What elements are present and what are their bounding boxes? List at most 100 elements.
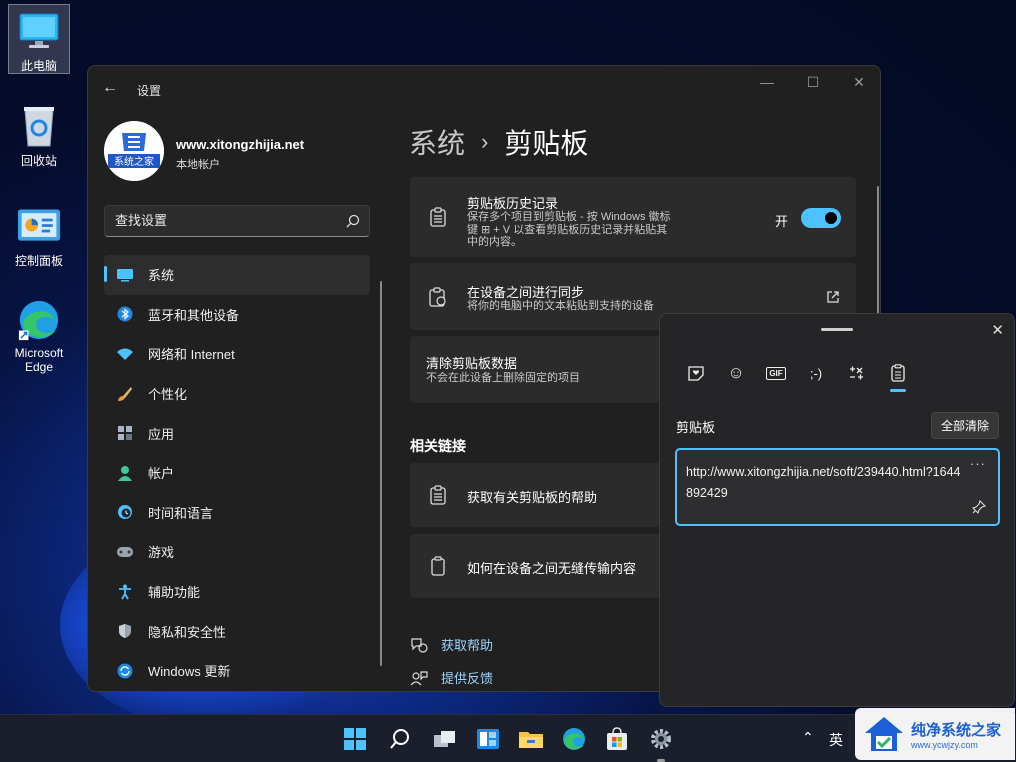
- minimize-button[interactable]: —: [753, 74, 781, 94]
- update-icon: [116, 662, 134, 680]
- accessibility-icon: [116, 583, 134, 601]
- desktop-icon-recycle-bin[interactable]: 回收站: [8, 104, 70, 169]
- profile-account-type: 本地帐户: [176, 159, 220, 171]
- sidebar-item-label: 个性化: [148, 387, 188, 403]
- search-box[interactable]: [104, 205, 370, 237]
- title-bar[interactable]: ← 设置 — ☐ ✕: [88, 66, 880, 110]
- file-explorer-button[interactable]: [517, 725, 545, 753]
- search-icon[interactable]: [346, 214, 360, 228]
- sidebar-item-personalization[interactable]: 个性化: [104, 374, 370, 414]
- sidebar-item-apps[interactable]: 应用: [104, 413, 370, 453]
- external-link-icon[interactable]: [826, 290, 840, 304]
- sidebar-item-bluetooth[interactable]: 蓝牙和其他设备: [104, 295, 370, 335]
- give-feedback-link[interactable]: 提供反馈: [410, 668, 493, 687]
- watermark-text: 纯净系统之家: [911, 722, 1002, 739]
- start-button[interactable]: [341, 725, 369, 753]
- gamepad-icon: [116, 543, 134, 561]
- sidebar-item-label: 帐户: [148, 466, 175, 482]
- store-button[interactable]: [603, 725, 631, 753]
- bluetooth-icon: [116, 305, 134, 323]
- tab-gif[interactable]: GIF: [764, 362, 788, 384]
- input-language-indicator[interactable]: 英: [829, 730, 843, 750]
- avatar-logo-text: 系统之家: [114, 155, 154, 168]
- clipboard-heading: 剪贴板: [676, 420, 716, 435]
- apps-icon: [116, 424, 134, 442]
- symbols-icon: [850, 366, 863, 380]
- feedback-icon: [410, 670, 428, 685]
- house-logo-icon: [865, 717, 903, 751]
- watermark: 纯净系统之家 www.ycwjzy.com: [855, 708, 1015, 760]
- panel-close-button[interactable]: ✕: [991, 321, 1004, 339]
- store-icon: [607, 727, 627, 750]
- tab-symbols[interactable]: [844, 362, 868, 384]
- breadcrumb-current: 剪贴板: [504, 128, 589, 159]
- start-icon: [344, 728, 366, 750]
- tab-stickers[interactable]: [684, 362, 708, 384]
- clipboard-icon: [428, 207, 448, 227]
- toggle-knob: [825, 212, 837, 224]
- sidebar-item-gaming[interactable]: 游戏: [104, 532, 370, 572]
- clipboard-history-toggle[interactable]: [801, 208, 841, 228]
- sidebar-item-label: 蓝牙和其他设备: [148, 307, 240, 323]
- brush-icon: [116, 385, 134, 403]
- desktop-icon-label: Microsoft Edge: [14, 346, 64, 374]
- page-title: 系统 › 剪贴板: [409, 122, 588, 162]
- sidebar-item-windows-update[interactable]: Windows 更新: [104, 651, 370, 691]
- maximize-button[interactable]: ☐: [799, 74, 827, 94]
- toggle-state-label: 开: [775, 214, 789, 229]
- clipboard-history-icon: [891, 364, 905, 382]
- phone-icon: [428, 556, 448, 576]
- sidebar-item-label: 系统: [148, 268, 175, 284]
- drag-handle[interactable]: [821, 328, 853, 331]
- card-title: 获取有关剪贴板的帮助: [467, 490, 598, 505]
- kaomoji-icon: ;-): [809, 365, 823, 381]
- tray-overflow-chevron[interactable]: ⌃: [802, 729, 814, 746]
- sidebar-item-network[interactable]: 网络和 Internet: [104, 334, 370, 374]
- sidebar-item-time-language[interactable]: 时间和语言: [104, 493, 370, 533]
- sidebar-item-accessibility[interactable]: 辅助功能: [104, 572, 370, 612]
- breadcrumb-parent[interactable]: 系统: [409, 122, 465, 162]
- help-icon: [411, 637, 428, 653]
- clipboard-history-card[interactable]: 剪贴板历史记录 保存多个项目到剪贴板 - 按 Windows 徽标键 ⊞ + V…: [410, 177, 856, 257]
- breadcrumb-separator: ›: [481, 129, 489, 154]
- account-icon: [116, 464, 134, 482]
- sidebar-scrollbar[interactable]: [380, 281, 382, 666]
- get-help-link[interactable]: 获取帮助: [410, 635, 493, 654]
- clipboard-item[interactable]: http://www.xitongzhijia.net/soft/239440.…: [675, 448, 1000, 526]
- sidebar-nav: 系统 蓝牙和其他设备 网络和 Internet 个性化 应用 帐户 时间和语言: [104, 255, 370, 691]
- card-description: 将你的电脑中的文本粘贴到支持的设备: [467, 300, 654, 312]
- sidebar-item-privacy[interactable]: 隐私和安全性: [104, 611, 370, 651]
- sidebar-item-system[interactable]: 系统: [104, 255, 370, 295]
- profile-name: www.xitongzhijia.net: [176, 137, 305, 152]
- search-input[interactable]: [115, 213, 335, 228]
- sticker-icon: [688, 366, 704, 381]
- user-profile[interactable]: 系统之家 www.xitongzhijia.net 本地帐户: [104, 121, 364, 183]
- close-button[interactable]: ✕: [845, 74, 873, 94]
- tab-emoji[interactable]: ☺: [724, 362, 748, 384]
- sidebar-item-accounts[interactable]: 帐户: [104, 453, 370, 493]
- wifi-icon: [116, 345, 134, 363]
- more-options-button[interactable]: ···: [970, 456, 986, 471]
- task-view-button[interactable]: [431, 725, 459, 753]
- sidebar-item-label: 应用: [148, 426, 175, 442]
- widgets-icon: [477, 729, 499, 749]
- tab-clipboard-history[interactable]: [886, 362, 910, 392]
- taskbar-search-button[interactable]: [386, 725, 414, 753]
- desktop-icon-this-pc[interactable]: 此电脑: [8, 4, 70, 74]
- task-view-icon: [434, 731, 455, 747]
- desktop-icon-edge[interactable]: Microsoft Edge: [8, 298, 70, 374]
- widgets-button[interactable]: [474, 725, 502, 753]
- clipboard-item-text: http://www.xitongzhijia.net/soft/239440.…: [686, 465, 961, 500]
- pin-icon[interactable]: [972, 500, 986, 514]
- back-button[interactable]: ←: [102, 79, 118, 97]
- edge-taskbar-button[interactable]: [560, 725, 588, 753]
- clipboard-history-panel: ✕ ☺ GIF ;-) 剪贴板 全部清除 http://www.xitongzh…: [659, 313, 1015, 707]
- clear-all-button[interactable]: 全部清除: [930, 412, 999, 439]
- sidebar-item-label: 时间和语言: [148, 505, 214, 521]
- watermark-url: www.ycwjzy.com: [911, 740, 978, 750]
- avatar: 系统之家: [104, 121, 164, 181]
- file-explorer-icon: [519, 732, 543, 748]
- tab-kaomoji[interactable]: ;-): [804, 362, 828, 384]
- settings-taskbar-button[interactable]: [647, 725, 675, 762]
- desktop-icon-control-panel[interactable]: 控制面板: [8, 204, 70, 269]
